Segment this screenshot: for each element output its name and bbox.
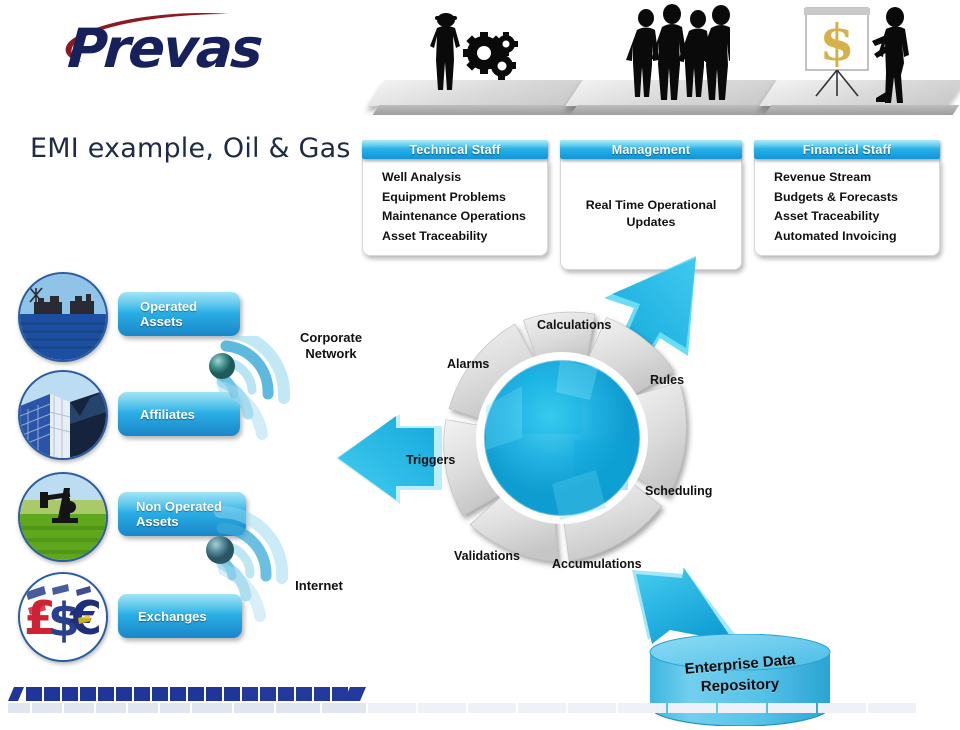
source-label-line1: Non Operated (136, 499, 222, 514)
segment-label-triggers: Triggers (406, 453, 456, 467)
source-label-operated-assets[interactable]: Operated Assets (118, 292, 240, 336)
segment-label-rules: Rules (650, 373, 685, 387)
prevas-logo: Prevas (28, 8, 328, 88)
source-label-line1: Operated (140, 299, 198, 314)
panel-title: Financial Staff (802, 142, 892, 157)
source-label-line1: Affiliates (140, 406, 195, 422)
panel-body-technical-staff: Well Analysis Equipment Problems Mainten… (362, 159, 548, 256)
segment-label-scheduling: Scheduling (645, 484, 713, 498)
source-label-line1: Exchanges (138, 608, 207, 624)
list-item: Asset Traceability (774, 209, 880, 223)
segment-label-calculations: Calculations (537, 318, 612, 332)
panel-title: Technical Staff (409, 142, 501, 157)
network-label-internet: Internet (276, 578, 362, 594)
panel-header-management: Management (560, 140, 742, 159)
list-item: Automated Invoicing (774, 228, 897, 243)
list-item: Well Analysis (382, 170, 462, 184)
presenter-with-dollar-chart-icon: $ (800, 4, 922, 722)
currency-symbols-photo: £ $ € (18, 572, 108, 662)
panel-header-technical-staff: Technical Staff (362, 140, 548, 159)
stakeholder-panel-technical-staff: Technical Staff Well Analysis Equipment … (362, 140, 548, 256)
stakeholder-panel-financial-staff: Financial Staff Revenue Stream Budgets &… (754, 140, 940, 256)
list-item: Maintenance Operations (382, 209, 526, 223)
panel-header-financial-staff: Financial Staff (754, 140, 940, 159)
list-item: Revenue Stream (774, 170, 872, 184)
page-title: EMI example, Oil & Gas (30, 133, 351, 164)
segment-label-alarms: Alarms (447, 357, 490, 371)
footer-decoration (0, 683, 960, 713)
processing-cycle-wheel: Calculations Rules Scheduling Accumulati… (392, 288, 732, 588)
pumpjack-field-photo (18, 472, 108, 562)
network-label-line1: Corporate (299, 330, 363, 345)
brand-wordmark: Prevas (65, 17, 264, 80)
panel-body-financial-staff: Revenue Stream Budgets & Forecasts Asset… (754, 159, 940, 256)
list-item: Asset Traceability (382, 228, 488, 243)
network-label-line2: Network (305, 346, 357, 361)
source-label-line2: Assets (140, 314, 183, 329)
list-item: Budgets & Forecasts (774, 189, 898, 204)
source-label-line2: Assets (136, 514, 179, 529)
office-towers-photo (18, 370, 108, 460)
panel-title: Management (611, 142, 691, 157)
list-item: Equipment Problems (382, 189, 506, 204)
stakeholder-panel-management: Management Real Time Operational Updates (560, 140, 742, 270)
network-label-corporate-network: Corporate Network (286, 330, 376, 362)
svg-text:$: $ (820, 13, 855, 72)
segment-label-accumulations: Accumulations (552, 557, 642, 571)
offshore-oil-rig-photo (18, 272, 108, 362)
segment-label-validations: Validations (454, 549, 520, 563)
network-label-line1: Internet (295, 578, 343, 593)
panel-text: Real Time Operational Updates (585, 198, 717, 229)
